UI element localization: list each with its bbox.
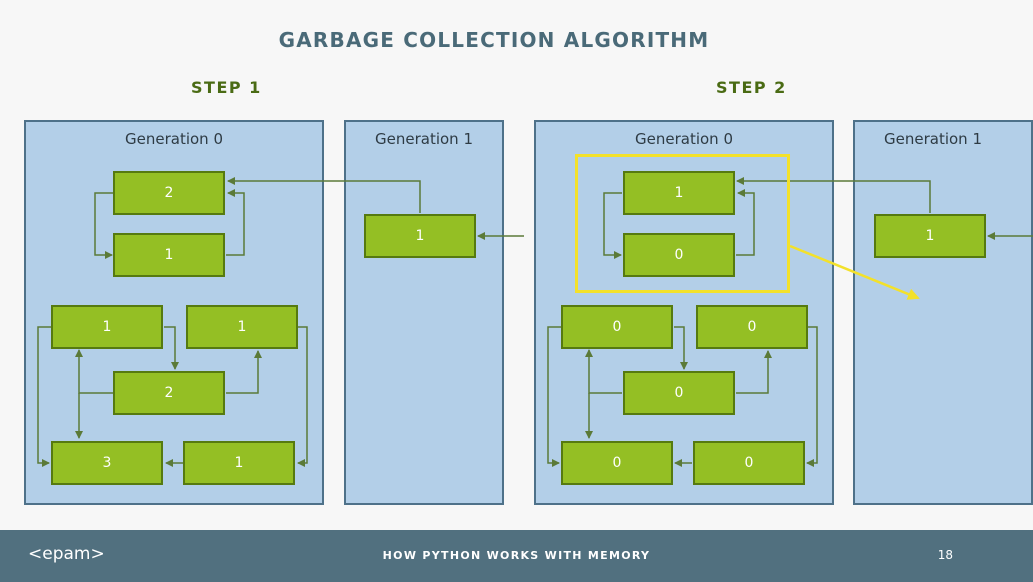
step1-generation0-label: Generation 0 — [125, 130, 223, 148]
page-number: 18 — [937, 548, 953, 562]
footer-title: HOW PYTHON WORKS WITH MEMORY — [382, 549, 651, 562]
step-1-label: STEP 1 — [191, 78, 262, 97]
s1-node-cycle-bottom: 1 — [113, 233, 225, 277]
unreachable-cycle-highlight — [575, 154, 790, 293]
s1-gen1-node: 1 — [364, 214, 476, 258]
s1-node-right-bottom: 1 — [183, 441, 295, 485]
step-2-label: STEP 2 — [716, 78, 787, 97]
footer-bar: <epam> HOW PYTHON WORKS WITH MEMORY 18 — [0, 530, 1033, 582]
step1-generation1-label: Generation 1 — [375, 130, 473, 148]
s2-node-right-top: 0 — [696, 305, 808, 349]
s2-node-left-bottom: 0 — [561, 441, 673, 485]
s2-gen1-node: 1 — [874, 214, 986, 258]
slide: GARBAGE COLLECTION ALGORITHM STEP 1 STEP… — [0, 0, 1033, 530]
step2-generation1-panel: Generation 1 — [853, 120, 1033, 505]
s1-node-cycle-top: 2 — [113, 171, 225, 215]
s2-node-left-top: 0 — [561, 305, 673, 349]
step2-generation1-label: Generation 1 — [884, 130, 982, 148]
slide-title: GARBAGE COLLECTION ALGORITHM — [278, 28, 710, 52]
step1-generation1-panel: Generation 1 — [344, 120, 504, 505]
s1-node-center: 2 — [113, 371, 225, 415]
s2-node-right-bottom: 0 — [693, 441, 805, 485]
s2-node-center: 0 — [623, 371, 735, 415]
step2-generation0-label: Generation 0 — [635, 130, 733, 148]
s1-node-right-top: 1 — [186, 305, 298, 349]
s1-node-left-top: 1 — [51, 305, 163, 349]
s1-node-left-bottom: 3 — [51, 441, 163, 485]
